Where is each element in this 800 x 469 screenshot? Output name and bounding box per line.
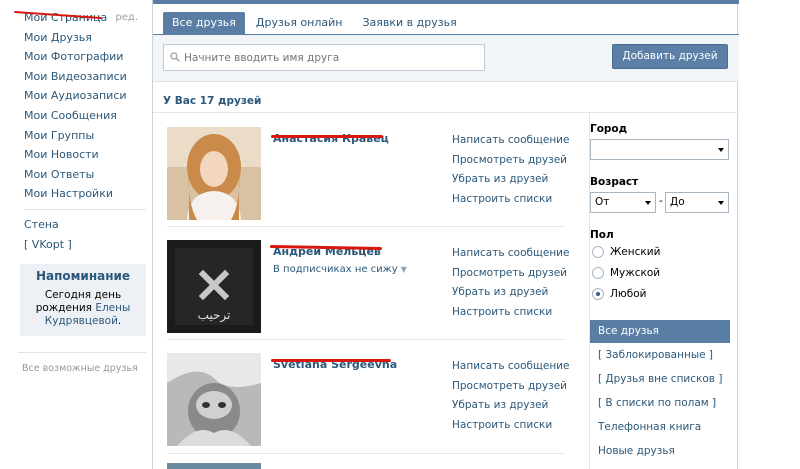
friend-photo: ترحيب xyxy=(167,240,261,333)
chevron-down-icon xyxy=(718,148,724,152)
main-content: Все друзья Друзья онлайн Заявки в друзья… xyxy=(152,0,739,469)
friend-photo xyxy=(167,127,261,220)
filters-panel: Город Возраст От - До Пол Женский Мужско… xyxy=(589,113,739,469)
tab-all-friends[interactable]: Все друзья xyxy=(163,12,245,34)
reminder-text-after: . xyxy=(117,315,122,328)
write-message-link[interactable]: Написать сообщение xyxy=(452,357,569,377)
all-possible-friends-link[interactable]: Все возможные друзья xyxy=(18,352,146,374)
view-friends-link[interactable]: Просмотреть друзей xyxy=(452,151,569,171)
left-menu-my-news[interactable]: Мои Новости xyxy=(18,145,148,165)
sex-label: Пол xyxy=(590,229,614,241)
city-label: Город xyxy=(590,123,628,135)
set-lists-link[interactable]: Настроить списки xyxy=(452,190,569,210)
sex-option-any[interactable]: Любой xyxy=(592,286,646,302)
search-icon xyxy=(170,52,180,62)
search-field[interactable] xyxy=(163,44,485,71)
friend-status-text: В подписчиках не сижу xyxy=(273,264,398,275)
left-menu-my-photos[interactable]: Мои Фотографии xyxy=(18,47,148,67)
friend-actions: Написать сообщение Просмотреть друзей Уб… xyxy=(452,244,569,322)
friend-status: В подписчиках не сижу ▼ xyxy=(273,264,407,275)
left-menu-my-settings[interactable]: Мои Настройки xyxy=(18,184,148,204)
friend-row: Анастасия Кравец Написать сообщение Прос… xyxy=(167,113,569,226)
row-divider xyxy=(167,453,565,454)
status-dropdown-icon[interactable]: ▼ xyxy=(401,265,407,274)
list-all-friends[interactable]: Все друзья xyxy=(590,320,730,343)
radio-label: Мужской xyxy=(610,267,661,279)
sex-option-female[interactable]: Женский xyxy=(592,244,660,260)
write-message-link[interactable]: Написать сообщение xyxy=(452,244,569,264)
friends-count-title: У Вас 17 друзей xyxy=(163,95,262,107)
avatar-caption: ترحيب xyxy=(198,308,231,323)
remove-friend-link[interactable]: Убрать из друзей xyxy=(452,170,569,190)
friend-avatar[interactable]: ترحيب xyxy=(167,240,261,333)
age-to-select[interactable]: До xyxy=(665,192,729,213)
friend-avatar[interactable] xyxy=(167,127,261,220)
radio-button[interactable] xyxy=(592,246,604,258)
set-lists-link[interactable]: Настроить списки xyxy=(452,303,569,323)
tab-friend-requests[interactable]: Заявки в друзья xyxy=(353,12,465,34)
redaction-mark xyxy=(271,135,383,138)
age-label: Возраст xyxy=(590,176,639,188)
edit-link[interactable]: ред. xyxy=(115,8,138,28)
chevron-down-icon xyxy=(645,201,651,205)
radio-button[interactable] xyxy=(592,288,604,300)
list-phone-book[interactable]: Телефонная книга xyxy=(590,416,730,439)
radio-label: Женский xyxy=(610,246,661,258)
radio-label: Любой xyxy=(610,288,647,300)
redaction-mark xyxy=(271,359,391,362)
view-friends-link[interactable]: Просмотреть друзей xyxy=(452,264,569,284)
reminder-text: Сегодня день рождения Елены Кудрявцевой. xyxy=(26,289,140,328)
reminder-box: Напоминание Сегодня день рождения Елены … xyxy=(20,264,146,337)
age-to-value: До xyxy=(670,196,685,208)
friends-tabs: Все друзья Друзья онлайн Заявки в друзья xyxy=(163,12,468,34)
left-menu-my-videos[interactable]: Мои Видеозаписи xyxy=(18,67,148,87)
friend-actions: Написать сообщение Просмотреть друзей Уб… xyxy=(452,357,569,435)
city-select[interactable] xyxy=(590,139,729,160)
search-area: Добавить друзей xyxy=(153,35,739,82)
remove-friend-link[interactable]: Убрать из друзей xyxy=(452,396,569,416)
reminder-text-before: Сегодня xyxy=(44,289,95,302)
left-menu-my-messages[interactable]: Мои Сообщения xyxy=(18,106,148,126)
list-blocked[interactable]: [ Заблокированные ] xyxy=(590,344,730,367)
view-friends-link[interactable]: Просмотреть друзей xyxy=(452,377,569,397)
list-friends-without-lists[interactable]: [ Друзья вне списков ] xyxy=(590,368,730,391)
age-dash: - xyxy=(659,195,663,207)
list-new-friends[interactable]: Новые друзья xyxy=(590,440,730,463)
add-friends-button[interactable]: Добавить друзей xyxy=(612,44,728,69)
age-from-value: От xyxy=(595,196,610,208)
chevron-down-icon xyxy=(718,201,724,205)
left-menu-wall[interactable]: Стена xyxy=(18,215,148,235)
reminder-title: Напоминание xyxy=(35,269,131,284)
write-message-link[interactable]: Написать сообщение xyxy=(452,131,569,151)
friend-avatar-partial[interactable] xyxy=(167,463,261,469)
remove-friend-link[interactable]: Убрать из друзей xyxy=(452,283,569,303)
radio-button[interactable] xyxy=(592,267,604,279)
friend-row: Svetlana Sergeevna Написать сообщение Пр… xyxy=(167,339,569,452)
friend-row: ترحيب Андрей Мельцев В подписчиках не си… xyxy=(167,226,569,339)
friend-name[interactable]: Анастасия Кравец xyxy=(273,132,389,145)
friend-avatar[interactable] xyxy=(167,353,261,446)
friend-photo xyxy=(167,353,261,446)
tab-friends-online[interactable]: Друзья онлайн xyxy=(247,12,352,34)
left-menu-my-groups[interactable]: Мои Группы xyxy=(18,126,148,146)
top-accent-bar xyxy=(153,0,739,4)
age-from-select[interactable]: От xyxy=(590,192,656,213)
left-menu-vkopt[interactable]: [ VKopt ] xyxy=(18,235,148,255)
sex-option-male[interactable]: Мужской xyxy=(592,265,660,281)
left-menu-divider xyxy=(24,208,146,210)
list-by-sex[interactable]: [ В списки по полам ] xyxy=(590,392,730,415)
set-lists-link[interactable]: Настроить списки xyxy=(452,416,569,436)
left-menu: Мои Страница ред. Мои Друзья Мои Фотогра… xyxy=(18,8,148,374)
left-menu-my-answers[interactable]: Мои Ответы xyxy=(18,165,148,185)
left-menu-my-audio[interactable]: Мои Аудиозаписи xyxy=(18,86,148,106)
friend-actions: Написать сообщение Просмотреть друзей Уб… xyxy=(452,131,569,209)
search-input[interactable] xyxy=(184,48,479,67)
left-menu-my-friends[interactable]: Мои Друзья xyxy=(18,28,148,48)
